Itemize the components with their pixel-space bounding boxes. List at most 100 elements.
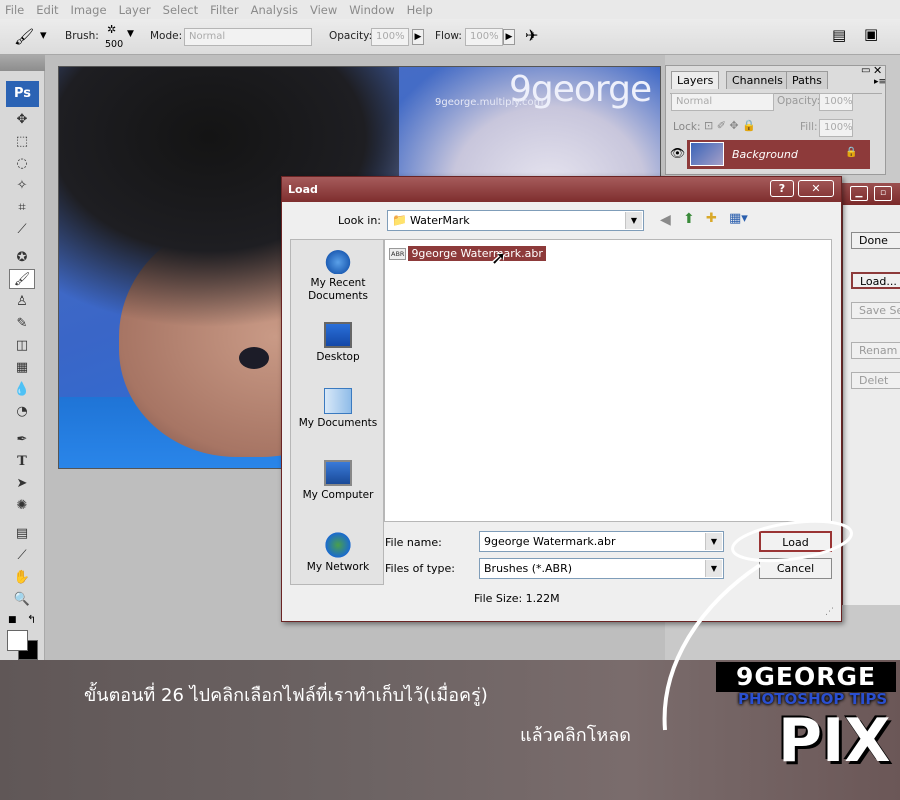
tool-preset-dropdown-icon[interactable]: ▾ [40,28,47,43]
file-size-text: File Size: 1.22M [474,592,560,605]
lock-icons[interactable]: ⊡ ✐ ✥ 🔒 [704,119,756,132]
mode-select[interactable]: Normal [184,28,312,46]
preset-load-button[interactable]: Load... [851,272,900,289]
layer-opacity-label: Opacity: [777,95,821,107]
type-tool-icon[interactable]: T [10,452,34,472]
tab-paths[interactable]: Paths [786,71,828,89]
healing-brush-tool-icon[interactable]: ✪ [10,248,34,268]
gradient-tool-icon[interactable]: ▦ [10,358,34,378]
up-folder-icon[interactable]: ⬆ [683,211,695,227]
lasso-tool-icon[interactable]: ◌ [10,154,34,174]
custom-shape-tool-icon[interactable]: ✺ [10,496,34,516]
tab-layers[interactable]: Layers [671,71,720,89]
menu-layer[interactable]: Layer [119,3,151,17]
panel-close-icon[interactable]: ✕ [873,64,882,77]
brush-size-value: 500 [105,39,124,50]
place-recent-documents[interactable]: My Recent Documents [291,248,385,303]
place-my-computer[interactable]: My Computer [291,460,385,502]
blend-mode-select[interactable]: Normal [671,93,774,111]
close-icon[interactable]: ✕ [798,180,834,197]
eraser-tool-icon[interactable]: ◫ [10,336,34,356]
file-item-9george-watermark[interactable]: ABR 9george Watermark.abr [389,245,546,262]
rename-button[interactable]: Renam [851,342,900,359]
delete-button[interactable]: Delet [851,372,900,389]
panel-menu-icon[interactable]: ▸≡ [874,77,886,87]
menu-edit[interactable]: Edit [36,3,58,17]
view-menu-icon[interactable]: ▦▾ [729,211,748,226]
places-bar: My Recent Documents Desktop My Documents… [290,239,384,585]
crop-tool-icon[interactable]: ⌗ [10,198,34,218]
photo-eye [239,347,269,369]
menu-file[interactable]: File [5,3,24,17]
zoom-tool-icon[interactable]: 🔍 [10,590,34,610]
menu-select[interactable]: Select [163,3,198,17]
place-desktop[interactable]: Desktop [291,322,385,364]
look-in-chevron-icon[interactable]: ▼ [625,212,642,229]
blur-tool-icon[interactable]: 💧 [10,380,34,400]
dodge-tool-icon[interactable]: ◔ [10,402,34,422]
notes-tool-icon[interactable]: ▤ [10,524,34,544]
opacity-label: Opacity: [329,30,373,42]
foreground-color-swatch[interactable] [7,630,28,651]
menu-help[interactable]: Help [407,3,433,17]
menu-image[interactable]: Image [71,3,107,17]
hand-tool-icon[interactable]: ✋ [10,568,34,588]
brand-logo-pix: PIX [778,706,891,776]
mode-label: Mode: [150,30,183,42]
preset-maximize-icon[interactable]: ▫ [874,186,892,201]
menu-view[interactable]: View [310,3,337,17]
opacity-input[interactable]: 100% [371,28,409,46]
layer-visibility-eye-icon[interactable]: 👁 [670,146,685,160]
layer-opacity-input[interactable]: 100% [819,93,853,111]
menu-filter[interactable]: Filter [210,3,238,17]
brush-tip-icon[interactable]: ✲ [107,23,116,36]
history-brush-tool-icon[interactable]: ✎ [10,314,34,334]
instruction-line-2: แล้วคลิกโหลด [520,725,631,746]
flow-arrow-icon[interactable]: ▶ [503,29,515,45]
swap-colors-icon[interactable]: ↰ [27,613,36,626]
move-tool-icon[interactable]: ✥ [10,110,34,130]
toolbox: Ps ✥ ⬚ ◌ ✧ ⌗ ⟋ ✪ 🖌 ♙ ✎ ◫ ▦ 💧 ◔ ✒ T ➤ ✺ ▤… [0,55,45,720]
menu-window[interactable]: Window [349,3,394,17]
place-my-documents[interactable]: My Documents [291,388,385,430]
panel-minimize-icon[interactable]: ▭ [861,65,870,76]
layer-row-background[interactable]: Background 🔒 [687,140,870,169]
toolbox-grip[interactable] [0,55,45,71]
photoshop-logo[interactable]: Ps [6,81,39,107]
clone-stamp-tool-icon[interactable]: ♙ [10,292,34,312]
my-computer-icon [324,460,352,486]
place-my-network[interactable]: My Network [291,532,385,574]
look-in-select[interactable]: 📁 WaterMark ▼ [387,210,644,231]
fill-input[interactable]: 100% [819,119,853,137]
eyedropper-tool-icon[interactable]: ⟋ [10,546,34,566]
help-icon[interactable]: ? [770,180,794,197]
palette-well-icon[interactable]: ▤ [832,26,846,44]
pen-tool-icon[interactable]: ✒ [10,430,34,450]
opacity-arrow-icon[interactable]: ▶ [412,29,424,45]
file-list[interactable]: ABR 9george Watermark.abr ➚ [384,239,832,522]
brush-tool-icon[interactable]: 🖌 [9,269,35,289]
magic-wand-tool-icon[interactable]: ✧ [10,176,34,196]
new-folder-icon[interactable]: ✚ [706,211,717,226]
bridge-icon[interactable]: ▣ [864,25,878,43]
marquee-tool-icon[interactable]: ⬚ [10,132,34,152]
look-in-label: Look in: [338,214,381,227]
watermark-url: 9george.multiply.com [435,97,544,108]
layer-thumbnail [690,142,724,166]
flow-input[interactable]: 100% [465,28,503,46]
path-selection-tool-icon[interactable]: ➤ [10,474,34,494]
preset-minimize-icon[interactable]: ▁ [850,186,868,201]
default-colors-icon[interactable]: ■ [8,615,17,625]
airbrush-icon[interactable]: ✈ [525,26,538,45]
menu-analysis[interactable]: Analysis [251,3,298,17]
save-set-button[interactable]: Save Se [851,302,900,319]
slice-tool-icon[interactable]: ⟋ [10,220,34,240]
done-button[interactable]: Done [851,232,900,249]
brand-logo-top: 9GEORGE [716,662,896,692]
brush-picker-chevron-icon[interactable]: ▼ [127,29,134,39]
layer-name: Background [732,148,798,161]
tab-channels[interactable]: Channels [726,71,789,89]
brush-tool-icon[interactable]: 🖌 [14,27,34,46]
desktop-icon [324,322,352,348]
back-icon[interactable]: ◀ [660,212,671,228]
